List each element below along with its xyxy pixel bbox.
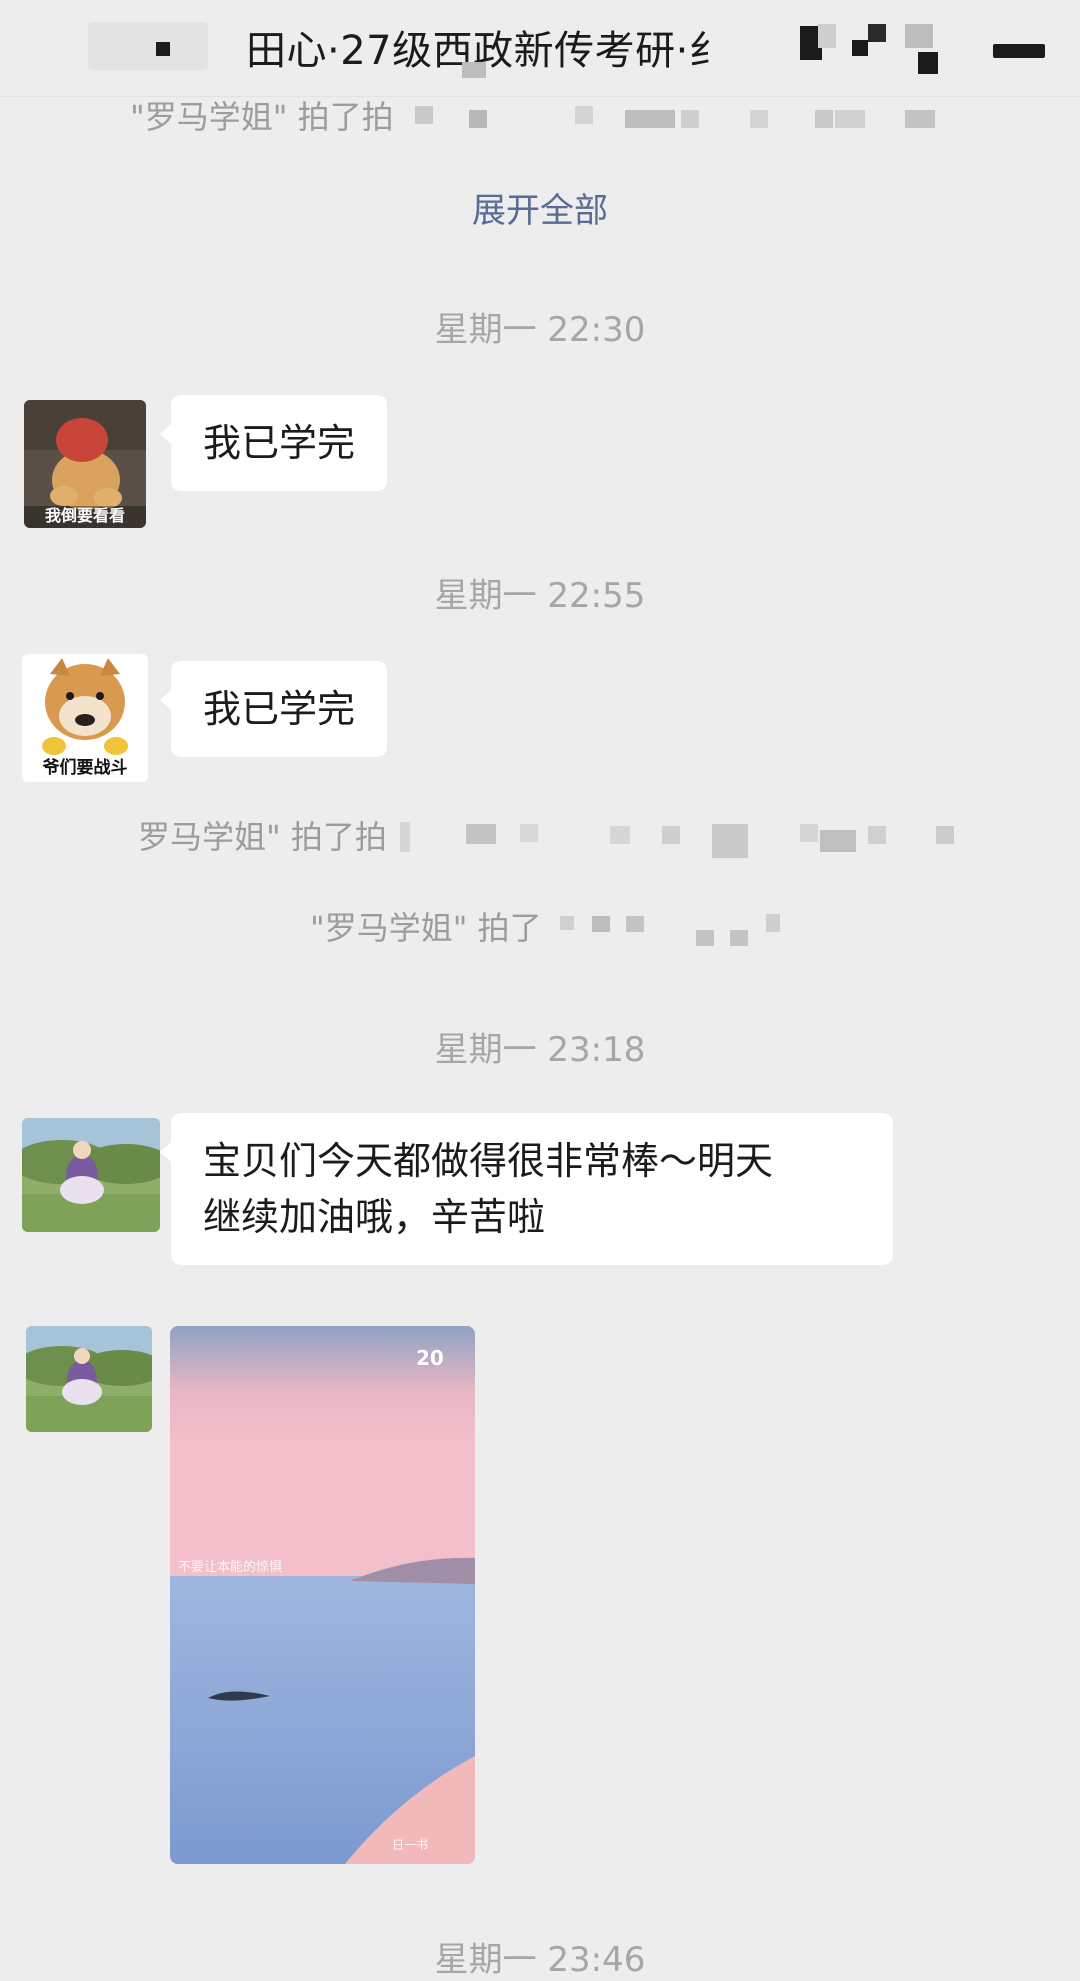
message-text-line-1: 宝贝们今天都做得很非常棒～明天 bbox=[203, 1139, 774, 1183]
image-caption: 不要让本能的惊惧 bbox=[178, 1560, 283, 1575]
pat-message-3: "罗马学姐" 拍了 bbox=[310, 903, 542, 949]
chat-title: 田心·27级西政新传考研·纟 bbox=[246, 28, 730, 74]
image-message[interactable]: 20 不要让本能的惊惧 日一书 bbox=[170, 1326, 475, 1864]
title-redacted-6 bbox=[918, 52, 938, 74]
pat-redacted-1 bbox=[415, 106, 945, 134]
pat-redacted-2 bbox=[400, 822, 960, 862]
message-text-line-2: 继续加油哦，辛苦啦 bbox=[203, 1195, 546, 1239]
pat-text-1: "罗马学姐" 拍了拍 bbox=[130, 98, 394, 136]
pat-message-2: 罗马学姐" 拍了拍 bbox=[138, 812, 387, 858]
chat-header: 田心·27级西政新传考研·纟 bbox=[0, 0, 1080, 97]
message-bubble[interactable]: 我已学完 bbox=[159, 395, 388, 491]
avatar-shiba[interactable]: 爷们要战斗 bbox=[22, 654, 148, 782]
avatar-teletubby[interactable] bbox=[26, 1326, 152, 1432]
title-redacted-5 bbox=[905, 24, 933, 48]
message-bubble[interactable]: 我已学完 bbox=[159, 661, 388, 757]
more-icon[interactable] bbox=[993, 44, 1045, 58]
image-watermark: 日一书 bbox=[392, 1838, 429, 1852]
back-area-redacted[interactable] bbox=[88, 22, 208, 70]
message-text: 我已学完 bbox=[203, 421, 356, 465]
avatar-bear[interactable]: 我倒要看看 bbox=[24, 400, 146, 528]
timestamp: 星期一 22:30 bbox=[434, 310, 646, 350]
pat-text-3: "罗马学姐" 拍了 bbox=[310, 909, 542, 947]
timestamp: 星期一 23:18 bbox=[434, 1030, 646, 1070]
title-redacted-4 bbox=[868, 24, 886, 42]
avatar-caption: 我倒要看看 bbox=[44, 506, 125, 525]
pat-message-1: "罗马学姐" 拍了拍 bbox=[130, 92, 394, 138]
title-redacted-3 bbox=[852, 40, 868, 56]
expand-all-link[interactable]: 展开全部 bbox=[0, 183, 1080, 232]
message-text: 我已学完 bbox=[203, 687, 356, 731]
message-bubble[interactable]: 宝贝们今天都做得很非常棒～明天 继续加油哦，辛苦啦 bbox=[160, 1113, 893, 1265]
image-badge: 20 bbox=[416, 1346, 444, 1370]
timestamp: 星期一 22:55 bbox=[434, 576, 646, 616]
title-redacted-7 bbox=[462, 62, 486, 78]
timestamp: 星期一 23:46 bbox=[434, 1940, 646, 1980]
pat-text-2: 罗马学姐" 拍了拍 bbox=[138, 818, 387, 856]
avatar-caption: 爷们要战斗 bbox=[42, 758, 128, 778]
avatar-teletubby[interactable] bbox=[22, 1118, 160, 1232]
pat-redacted-3 bbox=[560, 912, 800, 952]
title-redacted-2 bbox=[818, 24, 836, 48]
